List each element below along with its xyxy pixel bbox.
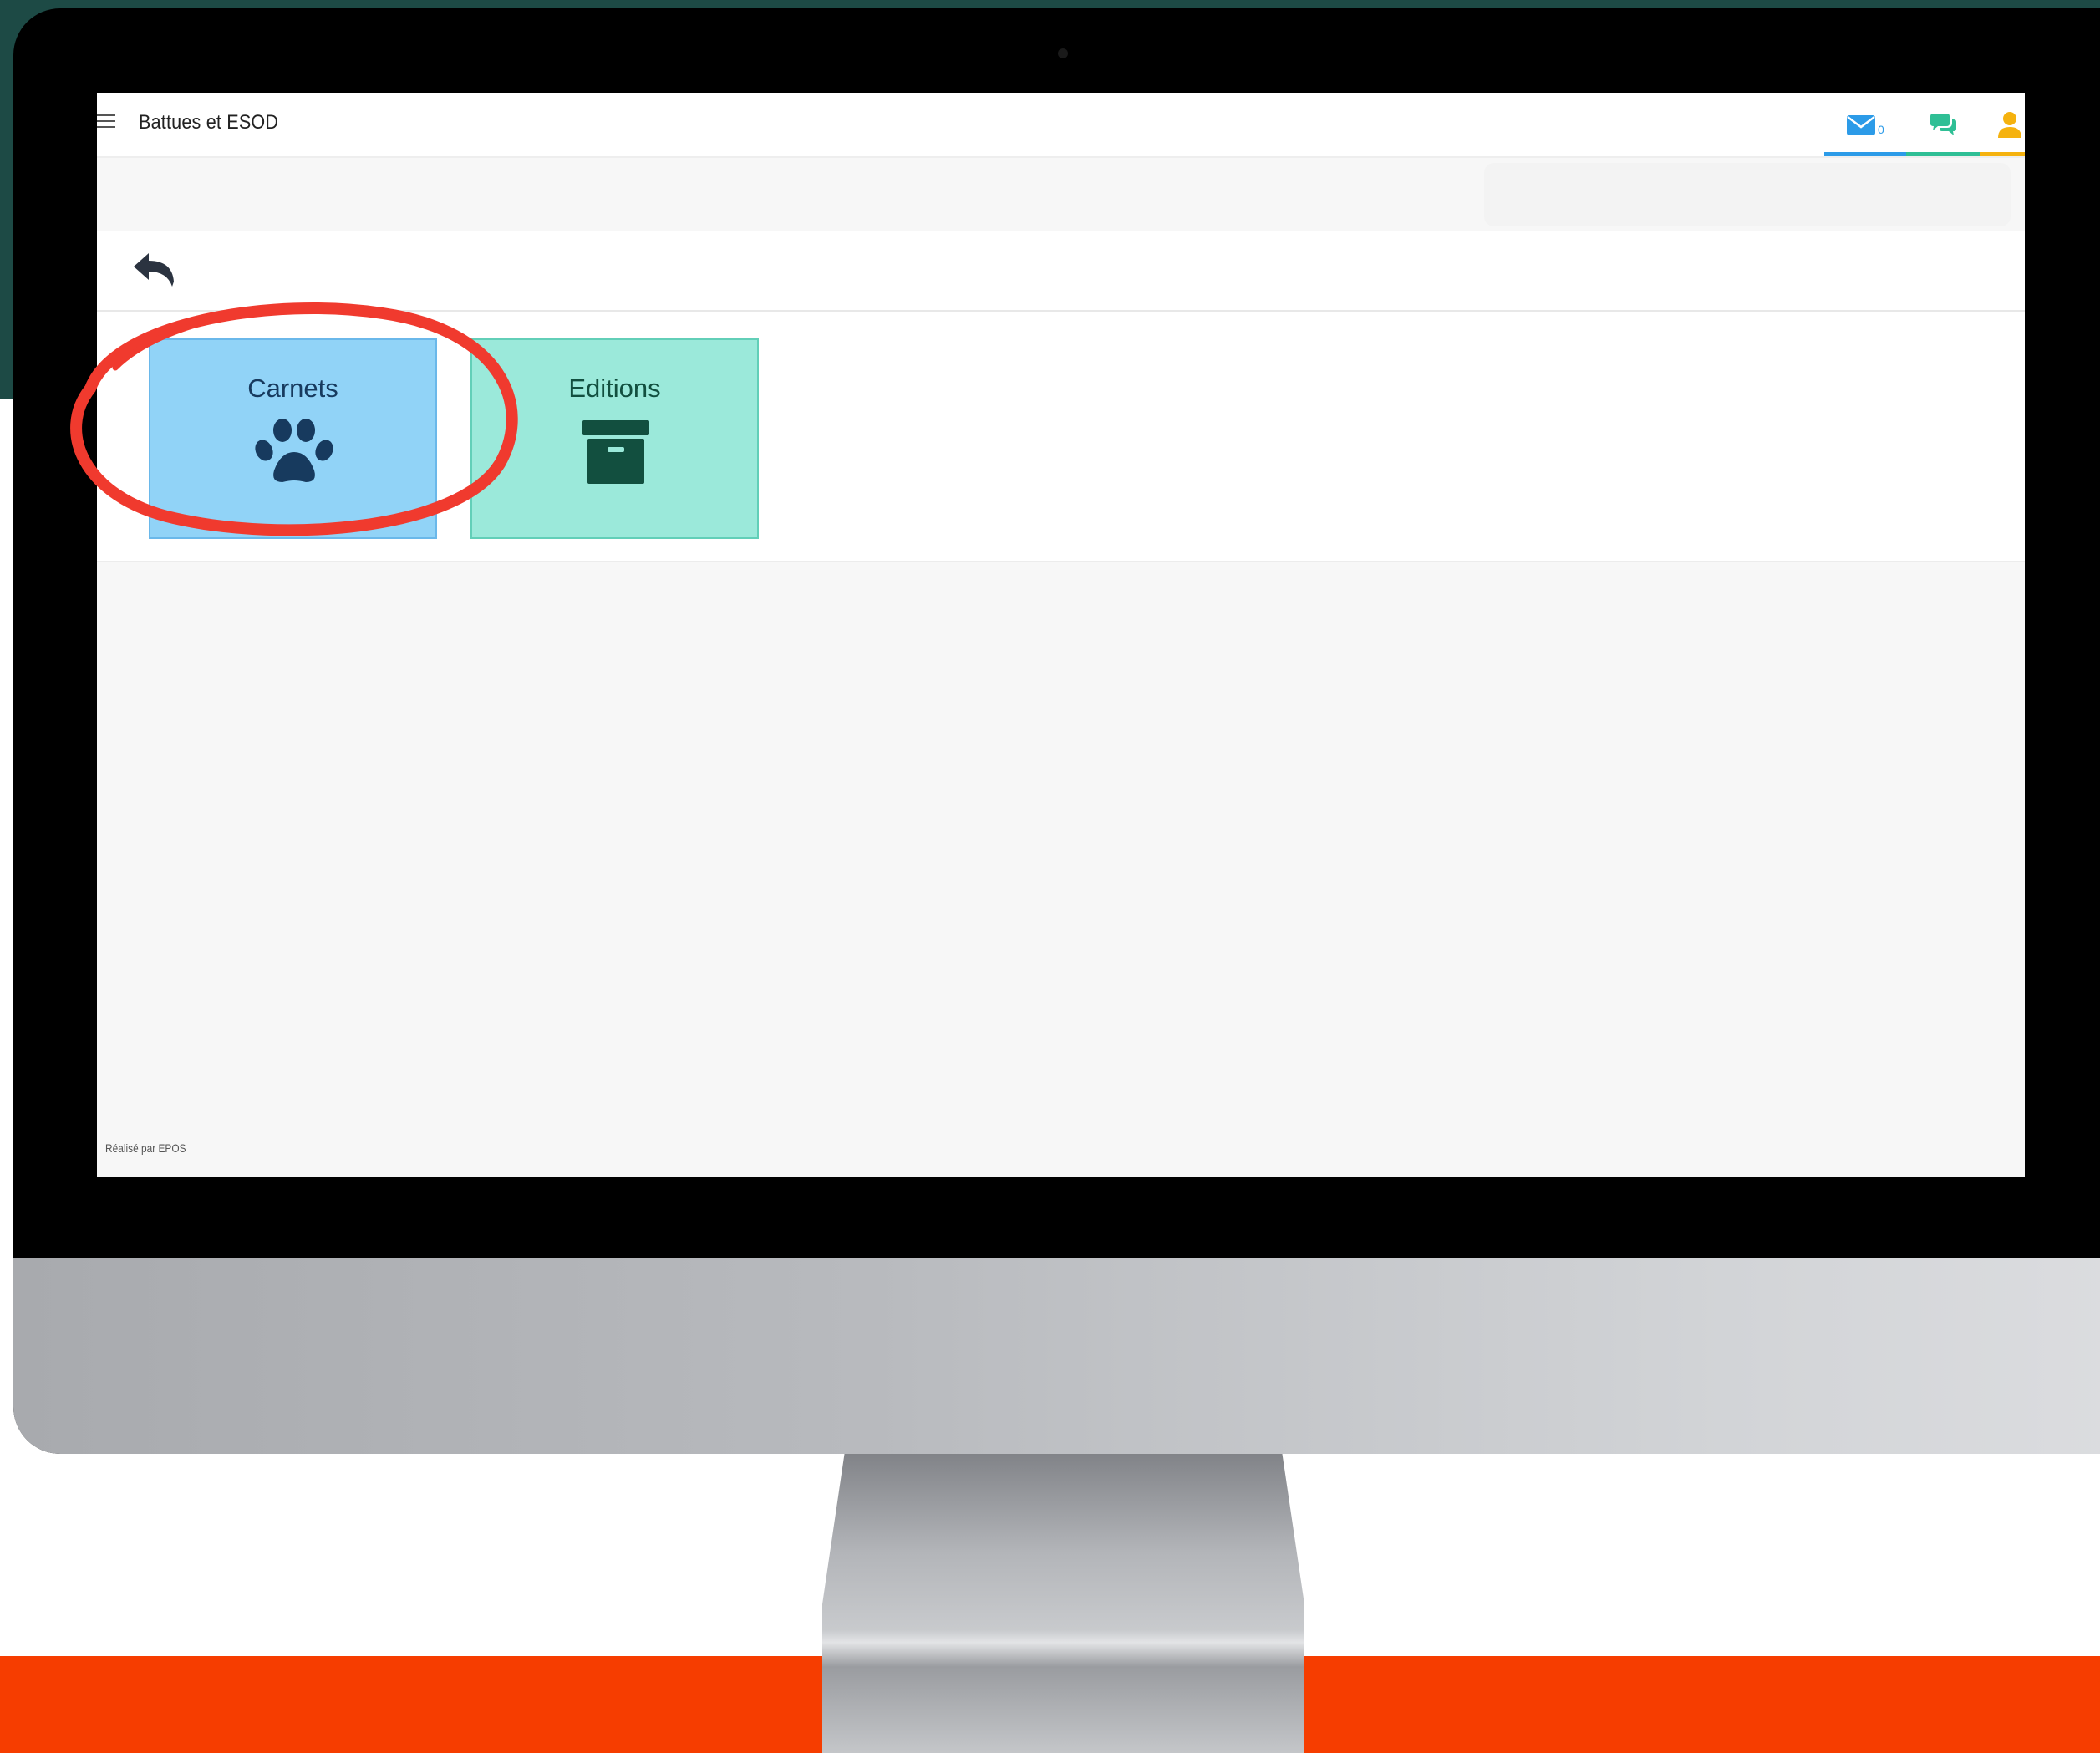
tile-editions-label: Editions	[568, 373, 661, 403]
footer-credit: Réalisé par EPOS	[105, 1141, 186, 1155]
user-button[interactable]	[1980, 93, 2025, 156]
toolbar	[97, 231, 2025, 312]
paw-icon	[255, 419, 333, 482]
messages-button[interactable]: 0	[1824, 93, 1906, 156]
tiles-panel: Carnets Editions	[97, 312, 2025, 562]
top-bar: Battues et ESOD 0	[97, 93, 2025, 158]
monitor-chin	[13, 1258, 2100, 1454]
app-title: Battues et ESOD	[139, 111, 279, 134]
chat-button[interactable]	[1906, 93, 1980, 156]
tile-carnets-label: Carnets	[247, 373, 338, 403]
back-arrow-icon[interactable]	[130, 248, 179, 292]
camera	[1058, 48, 1068, 58]
monitor: Battues et ESOD 0 Carnets Editions Réali…	[13, 8, 2100, 1454]
tile-carnets[interactable]: Carnets	[149, 338, 437, 539]
screen: Battues et ESOD 0 Carnets Editions Réali…	[97, 93, 2025, 1177]
monitor-stand	[822, 1446, 1304, 1753]
envelope-icon	[1847, 115, 1875, 135]
user-icon	[1998, 112, 2021, 138]
archive-box-icon	[582, 420, 649, 484]
search-area[interactable]	[1484, 163, 2011, 226]
tile-editions[interactable]: Editions	[470, 338, 759, 539]
chat-icon	[1930, 114, 1956, 135]
hamburger-menu-icon[interactable]	[97, 114, 115, 130]
message-count-badge: 0	[1878, 123, 1884, 136]
